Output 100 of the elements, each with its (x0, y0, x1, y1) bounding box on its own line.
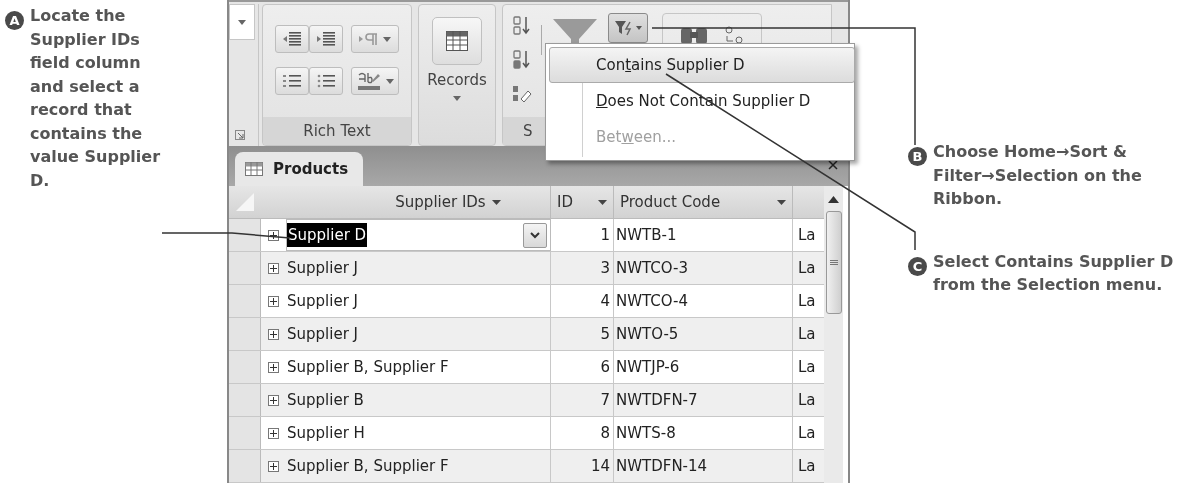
table-cell: NWTDFN-14 (614, 450, 793, 482)
table-cell: NWTJP-6 (614, 351, 793, 383)
selection-button[interactable] (608, 13, 648, 43)
table-row[interactable]: Supplier D 1 NWTB-1 La (229, 219, 824, 252)
close-icon[interactable] (828, 160, 838, 170)
grip-icon (829, 259, 838, 266)
caret-icon (383, 36, 391, 42)
indent-button[interactable] (309, 25, 343, 53)
table-cell: 1 (551, 219, 614, 251)
table-cell-text: La (797, 455, 817, 477)
table-row[interactable]: Supplier J 3 NWTCO-3 La (229, 252, 824, 285)
table-cell: 3 (551, 252, 614, 284)
table-cell-text: La (797, 356, 817, 378)
column-header[interactable]: ID (551, 186, 614, 218)
selected-cell-text: Supplier D (287, 223, 368, 247)
table-cell: 14 (551, 450, 614, 482)
record-selector[interactable] (229, 219, 261, 251)
cell-editor[interactable]: Supplier D (286, 219, 551, 251)
table-cell: Supplier J (286, 318, 551, 350)
table-cell: NWTO-5 (614, 318, 793, 350)
column-header[interactable]: Product Code (614, 186, 793, 218)
table-row[interactable]: Supplier H 8 NWTS-8 La (229, 417, 824, 450)
highlight-button[interactable] (351, 67, 399, 95)
table-cell: Supplier B, Supplier F (286, 450, 551, 482)
text-direction-button[interactable] (351, 25, 399, 53)
table-row[interactable]: Supplier J 4 NWTCO-4 La (229, 285, 824, 318)
dialog-launcher-icon (235, 130, 245, 140)
table-cell-text: La (797, 422, 817, 444)
table-row[interactable]: Supplier B, Supplier F 6 NWTJP-6 La (229, 351, 824, 384)
caret-icon (238, 19, 246, 25)
table-cell: NWTB-1 (614, 219, 793, 251)
bullets-button[interactable] (309, 67, 343, 95)
table-cell: Supplier J (286, 285, 551, 317)
table-row[interactable]: Supplier J 5 NWTO-5 La (229, 318, 824, 351)
table-cell-text: La (797, 290, 817, 312)
table-cell: NWTS-8 (614, 417, 793, 449)
table-cell: 5 (551, 318, 614, 350)
menu-item[interactable]: Contains Supplier D (549, 47, 855, 83)
numbered-list-icon (283, 73, 301, 89)
eraser-icon (512, 85, 532, 103)
outdent-icon (283, 31, 301, 47)
dropdown-arrow-icon (491, 199, 501, 205)
plus-icon (270, 462, 277, 470)
table-cell-text: La (797, 257, 817, 279)
expand-button[interactable] (268, 328, 279, 340)
callout-text: Select Contains Supplier D from the Selection menu. (933, 250, 1175, 296)
table-icon (446, 31, 468, 51)
expand-button[interactable] (268, 427, 279, 439)
plus-icon (270, 363, 277, 371)
group-label: Rich Text (263, 117, 411, 145)
expand-button[interactable] (268, 394, 279, 406)
bulleted-list-icon (317, 73, 335, 89)
numbering-button[interactable] (275, 67, 309, 95)
tab-title: Products (273, 158, 349, 180)
table-cell: NWTCO-3 (614, 252, 793, 284)
table-row[interactable]: Supplier B, Supplier F 14 NWTDFN-14 La (229, 450, 824, 483)
table-cell: Supplier H (286, 417, 551, 449)
expand-button[interactable] (268, 295, 279, 307)
table-cell: NWTDFN-7 (614, 384, 793, 416)
corner-triangle-icon (236, 193, 254, 211)
font-dropdown[interactable] (229, 4, 255, 40)
table-icon (245, 162, 263, 176)
plus-icon (270, 330, 277, 338)
chevron-down-icon (530, 231, 540, 239)
paragraph-mark-icon (359, 33, 379, 45)
table-cell: Supplier B, Supplier F (286, 351, 551, 383)
plus-icon (270, 429, 277, 437)
outdent-button[interactable] (275, 25, 309, 53)
table-cell: Supplier J (286, 252, 551, 284)
scroll-thumb[interactable] (825, 211, 842, 314)
records-button[interactable]: Records (426, 17, 488, 101)
sort-ascending-icon (513, 16, 531, 36)
table-cell-text: La (797, 389, 817, 411)
vertical-scrollbar[interactable] (824, 186, 843, 483)
dropdown-arrow-icon (777, 199, 786, 205)
document-tab[interactable]: Products (235, 152, 363, 186)
step-badge: A (5, 11, 24, 30)
expand-button[interactable] (268, 361, 279, 373)
expand-button[interactable] (268, 229, 279, 241)
highlighter-icon (356, 71, 382, 91)
table-cell: 4 (551, 285, 614, 317)
table-cell-text: La (797, 224, 817, 246)
callout-text: Locate the Supplier IDs field column and select a record that contains the value Supplier D. (30, 5, 162, 192)
dropdown-button[interactable] (523, 222, 547, 248)
table-cell: 7 (551, 384, 614, 416)
callout-text: Choose Home→Sort & Filter→Selection on the Ribbon. (933, 141, 1143, 210)
plus-icon (270, 231, 277, 239)
selection-filter-icon (614, 19, 634, 37)
table-cell-text: La (797, 323, 817, 345)
table-row[interactable]: Supplier B 7 NWTDFN-7 La (229, 384, 824, 417)
table-cell: NWTCO-4 (614, 285, 793, 317)
expand-button[interactable] (268, 460, 279, 472)
plus-icon (270, 297, 277, 305)
column-header[interactable]: Supplier IDs (286, 186, 551, 218)
dropdown-arrow-icon (598, 199, 607, 205)
caret-icon (386, 78, 394, 84)
table-cell: 8 (551, 417, 614, 449)
table-cell: Supplier B (286, 384, 551, 416)
indent-icon (317, 31, 335, 47)
expand-button[interactable] (268, 262, 279, 274)
